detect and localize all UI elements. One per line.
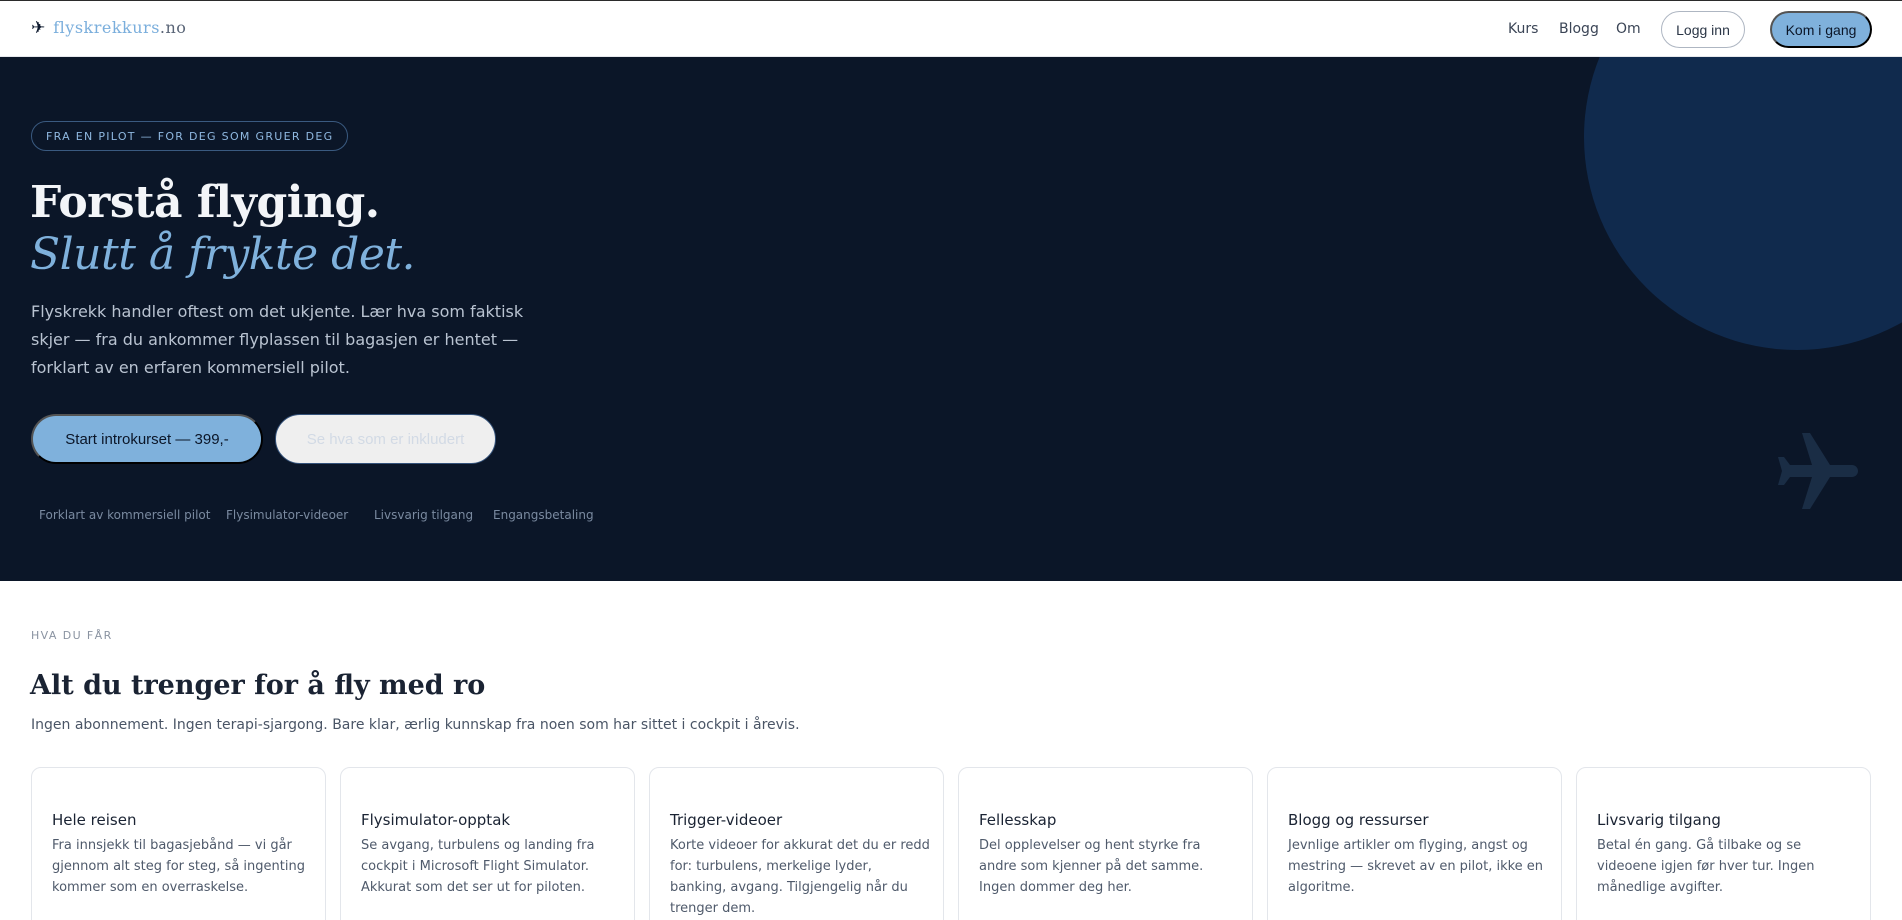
hero-description: Flyskrekk handler oftest om det ukjente.…: [31, 302, 524, 377]
airplane-icon: [1778, 433, 1858, 509]
get-started-button[interactable]: Kom i gang: [1770, 11, 1872, 48]
section-subtitle: Ingen abonnement. Ingen terapi-sjargong.…: [31, 717, 800, 733]
card-title: Hele reisen: [52, 811, 137, 829]
card-title: Livsvarig tilgang: [1597, 811, 1721, 829]
hero-tagline-badge: FRA EN PILOT — FOR DEG SOM GRUER DEG: [31, 121, 349, 151]
hero-section: FRA EN PILOT — FOR DEG SOM GRUER DEG For…: [0, 57, 1902, 581]
card-text: Jevnlige artikler om flyging, angst og m…: [1288, 838, 1544, 895]
airplane-icon: ✈: [31, 17, 46, 38]
hero-decorative-circle: [1584, 57, 1902, 350]
see-included-button[interactable]: Se hva som er inkludert: [275, 414, 496, 464]
card-title: Flysimulator-opptak: [361, 811, 511, 829]
card-text: Korte videoer for akkurat det du er redd…: [670, 838, 930, 916]
top-navigation: ✈ flyskrekkurs.no Kurs Blogg Om Logg inn…: [0, 0, 1902, 57]
card-text: Se avgang, turbulens og landing fra cock…: [361, 838, 595, 895]
login-button[interactable]: Logg inn: [1661, 11, 1745, 48]
feature-card: Flysimulator-opptak Se avgang, turbulens…: [340, 767, 635, 920]
feature-card: Trigger-videoer Korte videoer for akkura…: [649, 767, 944, 920]
hero-feature: Forklart av kommersiell pilot: [39, 508, 211, 522]
hero-feature: Livsvarig tilgang: [374, 508, 474, 522]
nav-link-kurs[interactable]: Kurs: [1508, 20, 1538, 38]
section-eyebrow: HVA DU FÅR: [31, 629, 113, 642]
card-title: Fellesskap: [979, 811, 1057, 829]
logo[interactable]: ✈ flyskrekkurs.no: [31, 18, 186, 38]
logo-brand: flyskrekkurs: [53, 18, 160, 37]
hero-title-line1: Forstå flyging.: [30, 177, 380, 228]
logo-tld: .no: [159, 18, 187, 37]
card-text: Del opplevelser og hent styrke fra andre…: [979, 838, 1204, 895]
card-title: Blogg og ressurser: [1288, 811, 1429, 829]
card-text: Betal én gang. Gå tilbake og se videoene…: [1597, 838, 1815, 895]
card-title: Trigger-videoer: [670, 811, 783, 829]
hero-feature: Flysimulator-videoer: [226, 508, 349, 522]
feature-card: Fellesskap Del opplevelser og hent styrk…: [958, 767, 1253, 920]
logo-text: flyskrekkurs.no: [53, 18, 186, 38]
nav-link-om[interactable]: Om: [1616, 20, 1641, 38]
feature-card: Blogg og ressurser Jevnlige artikler om …: [1267, 767, 1562, 920]
feature-card: Livsvarig tilgang Betal én gang. Gå tilb…: [1576, 767, 1871, 920]
start-intro-course-button[interactable]: Start introkurset — 399,-: [31, 414, 263, 464]
hero-title-line2: Slutt å frykte det.: [30, 229, 416, 280]
nav-link-blogg[interactable]: Blogg: [1559, 20, 1599, 38]
hero-feature: Engangsbetaling: [493, 508, 594, 522]
feature-card: Hele reisen Fra innsjekk til bagasjebånd…: [31, 767, 326, 920]
section-title: Alt du trenger for å fly med ro: [30, 670, 486, 701]
card-text: Fra innsjekk til bagasjebånd — vi går gj…: [52, 838, 305, 895]
